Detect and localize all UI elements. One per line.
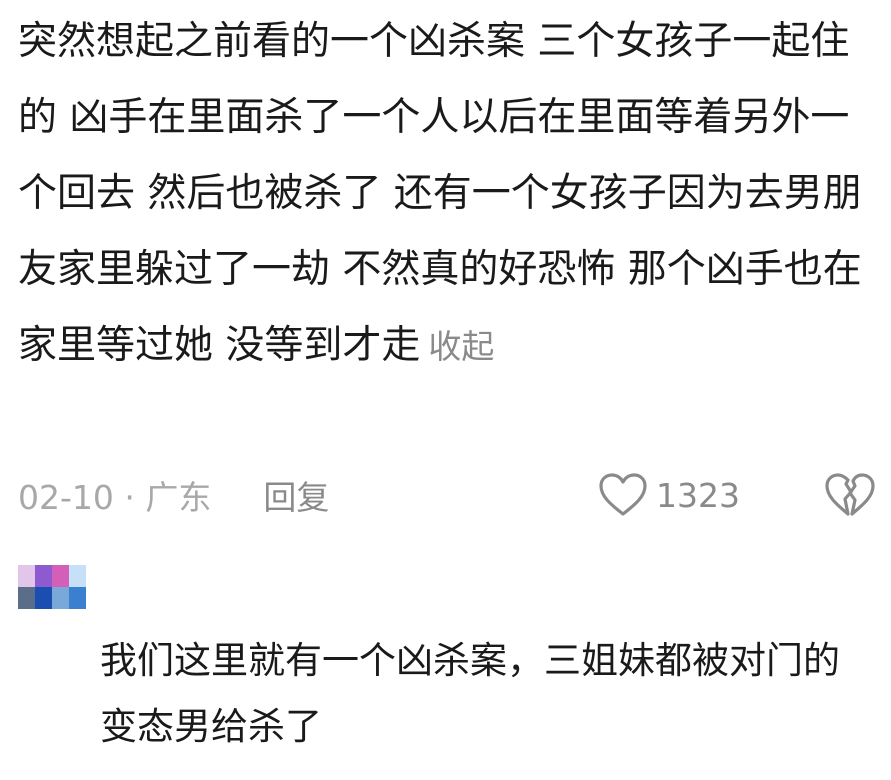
reply-button[interactable]: 回复 (263, 471, 329, 519)
avatar-pixel (69, 565, 86, 587)
like-count: 1323 (656, 475, 740, 515)
avatar-pixel (18, 565, 35, 587)
avatar-pixel (35, 565, 52, 587)
broken-heart-icon[interactable] (824, 472, 876, 518)
meta-separator: · (113, 478, 146, 517)
avatar-pixel (35, 587, 52, 609)
comment-date: 02-10 (18, 478, 114, 517)
comment-text: 突然想起之前看的一个凶杀案 三个女孩子一起住的 凶手在里面杀了一个人以后在里面等… (18, 4, 880, 385)
comment-location: 广东 (145, 478, 212, 517)
avatar-pixel (69, 587, 86, 609)
avatar-pixel (52, 565, 69, 587)
avatar[interactable] (18, 565, 86, 609)
like-button[interactable]: 1323 (598, 470, 740, 520)
comment-meta-row: 02-10 · 广东 回复 1323 (18, 470, 875, 520)
collapse-link[interactable]: 收起 (428, 327, 494, 366)
heart-outline-icon (599, 473, 647, 516)
avatar-pixel (52, 587, 69, 609)
avatar-pixel (18, 587, 35, 609)
reply-text: 我们这里就有一个凶杀案，三姐妹都被对门的变态男给杀了 (100, 639, 840, 748)
comment-body-text: 突然想起之前看的一个凶杀案 三个女孩子一起住的 凶手在里面杀了一个人以后在里面等… (18, 19, 862, 368)
comment-date-location: 02-10 · 广东 (18, 471, 211, 519)
